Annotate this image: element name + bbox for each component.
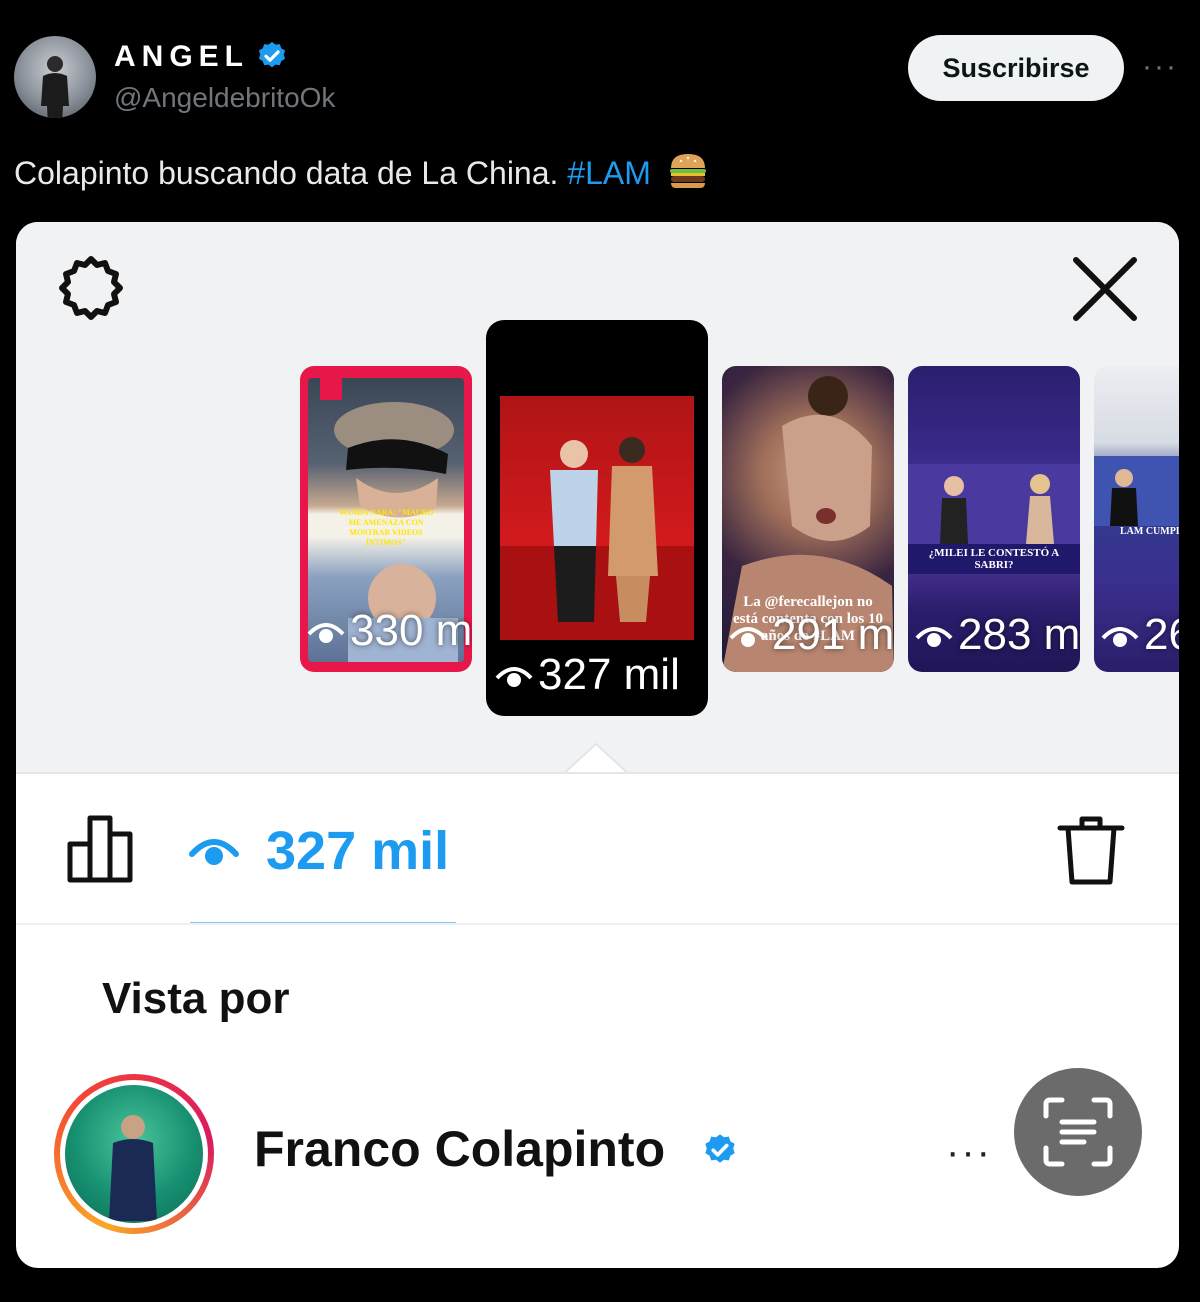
story-thumbnail[interactable]: ¿MILEI LE CONTESTÓ A SABRI? 283 m (908, 366, 1080, 672)
gear-icon[interactable] (54, 252, 128, 326)
story-views-count: 291 m (772, 610, 894, 659)
story-caption: WANDA NARA: "MAURO ME AMENAZA CON MOSTRA… (338, 508, 434, 547)
more-icon[interactable]: ··· (1142, 52, 1178, 82)
story-thumbnail[interactable]: LAM CUMPLE 26 (1094, 366, 1179, 672)
story-thumbnail[interactable]: WANDA NARA: "MAURO ME AMENAZA CON MOSTRA… (300, 366, 472, 672)
divider (16, 923, 1179, 925)
media-card[interactable]: WANDA NARA: "MAURO ME AMENAZA CON MOSTRA… (16, 222, 1179, 1268)
eye-icon (915, 627, 953, 648)
viewer-avatar-figure (109, 1115, 157, 1221)
story-views: 327 mil (494, 650, 680, 700)
story-views-count: 283 m (958, 610, 1080, 659)
story-thumbnail[interactable]: La @ferecallejon no está contenta con lo… (722, 366, 894, 672)
eye-icon (729, 627, 767, 648)
story-image (500, 396, 694, 640)
story-views: 283 m (914, 610, 1080, 660)
eye-icon (495, 667, 533, 688)
story-caption: LAM CUMPLE (1120, 526, 1179, 537)
trash-icon[interactable] (1056, 814, 1126, 886)
views-count[interactable]: 327 mil (266, 820, 449, 882)
author-name[interactable]: ANGEL (114, 40, 249, 74)
viewer-list-item[interactable]: Franco Colapinto ··· (16, 1062, 1179, 1252)
story-views: 330 m (306, 606, 472, 656)
text-scan-button[interactable] (1014, 1068, 1142, 1196)
verified-badge-icon (258, 42, 286, 68)
verified-badge-icon (705, 1134, 735, 1163)
bar-chart-icon[interactable] (66, 814, 138, 884)
hamburger-icon (669, 154, 706, 188)
more-icon[interactable]: ··· (942, 1132, 996, 1172)
eye-icon (189, 839, 239, 865)
story-views-count: 26 (1144, 610, 1179, 659)
stats-toolbar: 327 mil (16, 774, 1179, 925)
tweet-text: Colapinto buscando data de La China. #LA… (14, 152, 708, 192)
story-caption: ¿MILEI LE CONTESTÓ A SABRI? (908, 544, 1080, 574)
viewer-name[interactable]: Franco Colapinto (254, 1120, 665, 1178)
eye-icon (1101, 627, 1139, 648)
text-scan-icon (1043, 1097, 1113, 1167)
subscribe-button[interactable]: Suscribirse (908, 35, 1124, 101)
close-icon[interactable] (1068, 252, 1142, 326)
author-handle[interactable]: @AngeldebritoOk (114, 82, 335, 114)
viewer-avatar[interactable] (54, 1074, 214, 1234)
section-title: Vista por (102, 974, 290, 1023)
story-illustration (500, 437, 694, 640)
story-thumbnail-selected[interactable]: 327 mil (486, 320, 708, 716)
eye-icon (307, 623, 345, 644)
story-views-count: 327 mil (538, 650, 680, 699)
author-avatar[interactable] (14, 36, 96, 118)
tweet-text-main: Colapinto buscando data de La China. (14, 155, 568, 191)
stories-carousel: WANDA NARA: "MAURO ME AMENAZA CON MOSTRA… (16, 222, 1179, 778)
story-views: 291 m (728, 610, 894, 660)
author-avatar-figure (41, 56, 69, 118)
story-views-count: 330 m (350, 606, 472, 655)
hashtag-link[interactable]: #LAM (567, 155, 651, 191)
story-views: 26 (1100, 610, 1179, 660)
